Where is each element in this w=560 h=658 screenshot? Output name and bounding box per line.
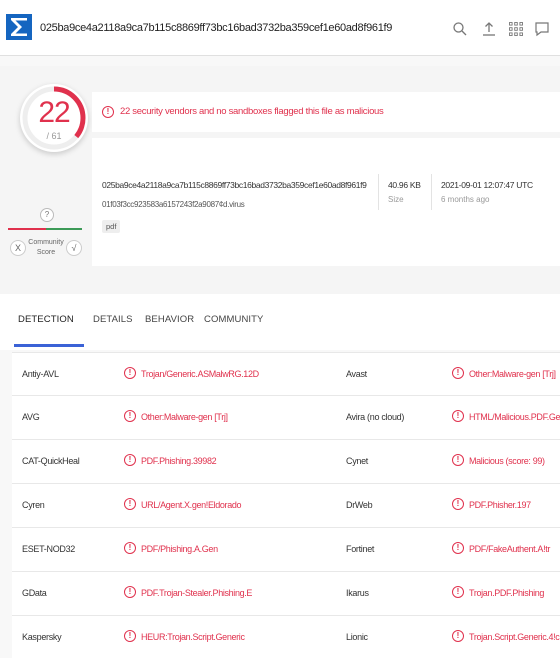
malicious-icon: ! bbox=[124, 498, 136, 510]
detection-result: PDF.Trojan-Stealer.Phishing.E bbox=[141, 588, 253, 598]
file-name: 01f03f3cc923583a6157243f2a9087¢d.virus bbox=[102, 200, 245, 209]
vendor-name: Kaspersky bbox=[22, 632, 62, 642]
detection-result: Malicious (score: 99) bbox=[469, 456, 545, 466]
malicious-icon: ! bbox=[124, 630, 136, 642]
tab-bar-inner: DETECTION DETAILS BEHAVIOR COMMUNITY bbox=[0, 294, 560, 350]
alert-text: 22 security vendors and no sandboxes fla… bbox=[120, 106, 384, 117]
vendor-name: CAT-QuickHeal bbox=[22, 456, 80, 466]
detection-result: PDF.Phishing.39982 bbox=[141, 456, 217, 466]
table-row: ESET-NOD32 ! PDF/Phishing.A.Gen Fortinet… bbox=[12, 528, 560, 572]
malicious-icon: ! bbox=[452, 410, 464, 422]
table-row: GData ! PDF.Trojan-Stealer.Phishing.E Ik… bbox=[12, 572, 560, 616]
upload-icon[interactable] bbox=[480, 20, 498, 38]
tab-behavior[interactable]: BEHAVIOR bbox=[145, 314, 194, 325]
vendor-name: AVG bbox=[22, 412, 40, 422]
column-divider bbox=[378, 174, 379, 210]
community-score-label: Community Score bbox=[26, 238, 66, 258]
tab-community[interactable]: COMMUNITY bbox=[204, 314, 263, 325]
detection-result: Trojan.PDF.Phishing bbox=[469, 588, 545, 598]
file-info-panel: 025ba9ce4a2118a9ca7b115c8869ff73bc16bad3… bbox=[92, 138, 560, 266]
table-row: Cyren ! URL/Agent.X.gen!Eldorado DrWeb !… bbox=[12, 484, 560, 528]
vendor-name: Avast bbox=[346, 369, 367, 379]
summary-section: 22 / 61 ? X Community Score √ ! 22 secur… bbox=[0, 66, 560, 276]
tab-bar: DETECTION DETAILS BEHAVIOR COMMUNITY bbox=[0, 276, 560, 350]
malicious-icon: ! bbox=[452, 630, 464, 642]
detection-result: HEUR:Trojan.Script.Generic bbox=[141, 632, 245, 642]
virustotal-logo[interactable] bbox=[6, 14, 32, 40]
malicious-icon: ! bbox=[124, 367, 136, 379]
vendor-name: Cyren bbox=[22, 500, 45, 510]
downvote-button[interactable]: X bbox=[10, 240, 26, 256]
top-bar bbox=[0, 0, 560, 56]
malicious-icon: ! bbox=[452, 498, 464, 510]
malicious-icon: ! bbox=[452, 367, 464, 379]
malicious-icon: ! bbox=[452, 454, 464, 466]
vendor-name: Avira (no cloud) bbox=[346, 412, 405, 422]
community-score: ? X Community Score √ bbox=[8, 208, 84, 268]
table-row: CAT-QuickHeal ! PDF.Phishing.39982 Cynet… bbox=[12, 440, 560, 484]
community-score-value: ? bbox=[40, 208, 54, 222]
detection-result: PDF/Phishing.A.Gen bbox=[141, 544, 218, 554]
community-label-line1: Community bbox=[28, 239, 64, 246]
search-icon[interactable] bbox=[451, 20, 469, 38]
chat-icon[interactable] bbox=[533, 20, 551, 38]
vendor-name: Lionic bbox=[346, 632, 368, 642]
active-tab-indicator bbox=[14, 344, 84, 347]
file-size-label: Size bbox=[388, 195, 404, 204]
alert-icon: ! bbox=[102, 106, 114, 118]
detection-result: URL/Agent.X.gen!Eldorado bbox=[141, 500, 242, 510]
detection-result: Trojan/Generic.ASMalwRG.12D bbox=[141, 369, 259, 379]
table-row: AVG ! Other:Malware-gen [Trj] Avira (no … bbox=[12, 396, 560, 440]
detection-result: Trojan.Script.Generic.4!c bbox=[469, 632, 560, 642]
tab-details[interactable]: DETAILS bbox=[93, 314, 133, 325]
analysis-date-relative: 6 months ago bbox=[441, 195, 490, 204]
vendor-name: Antiy-AVL bbox=[22, 369, 59, 379]
table-row: Antiy-AVL ! Trojan/Generic.ASMalwRG.12D … bbox=[12, 352, 560, 396]
malicious-icon: ! bbox=[452, 586, 464, 598]
file-hash: 025ba9ce4a2118a9ca7b115c8869ff73bc16bad3… bbox=[102, 180, 367, 190]
table-row: Kaspersky ! HEUR:Trojan.Script.Generic L… bbox=[12, 616, 560, 658]
vendor-name: DrWeb bbox=[346, 500, 373, 510]
column-divider bbox=[431, 174, 432, 210]
community-label-line2: Score bbox=[36, 249, 56, 256]
vendor-name: ESET-NOD32 bbox=[22, 544, 76, 554]
vendor-name: Cynet bbox=[346, 456, 369, 466]
search-input[interactable] bbox=[40, 18, 440, 38]
malicious-icon: ! bbox=[452, 542, 464, 554]
file-size: 40.96 KB bbox=[388, 180, 421, 190]
malicious-icon: ! bbox=[124, 586, 136, 598]
malicious-icon: ! bbox=[124, 454, 136, 466]
detection-result: Other:Malware-gen [Trj] bbox=[141, 412, 228, 422]
malicious-icon: ! bbox=[124, 542, 136, 554]
malicious-icon: ! bbox=[124, 410, 136, 422]
tab-detection[interactable]: DETECTION bbox=[18, 314, 74, 325]
detection-result: PDF/FakeAuthent.A!tr bbox=[469, 544, 551, 554]
detection-result: HTML/Malicious.PDF.Gen bbox=[469, 412, 560, 422]
vendor-name: GData bbox=[22, 588, 47, 598]
detection-score: 22 / 61 bbox=[20, 84, 88, 152]
detection-result: PDF.Phisher.197 bbox=[469, 500, 531, 510]
vendor-name: Fortinet bbox=[346, 544, 375, 554]
detection-total: / 61 bbox=[46, 131, 62, 141]
detection-table: Antiy-AVL ! Trojan/Generic.ASMalwRG.12D … bbox=[12, 352, 560, 658]
detection-count: 22 bbox=[38, 96, 70, 129]
analysis-date: 2021-09-01 12:07:47 UTC bbox=[441, 180, 533, 190]
apps-grid-icon[interactable] bbox=[507, 20, 525, 38]
file-type-tag[interactable]: pdf bbox=[102, 220, 121, 233]
vendor-name: Ikarus bbox=[346, 588, 369, 598]
malicious-alert: ! 22 security vendors and no sandboxes f… bbox=[92, 92, 560, 132]
upvote-button[interactable]: √ bbox=[66, 240, 82, 256]
community-bar-harmless bbox=[46, 228, 82, 230]
community-bar-malicious bbox=[8, 228, 46, 230]
detection-result: Other:Malware-gen [Trj] bbox=[469, 369, 556, 379]
